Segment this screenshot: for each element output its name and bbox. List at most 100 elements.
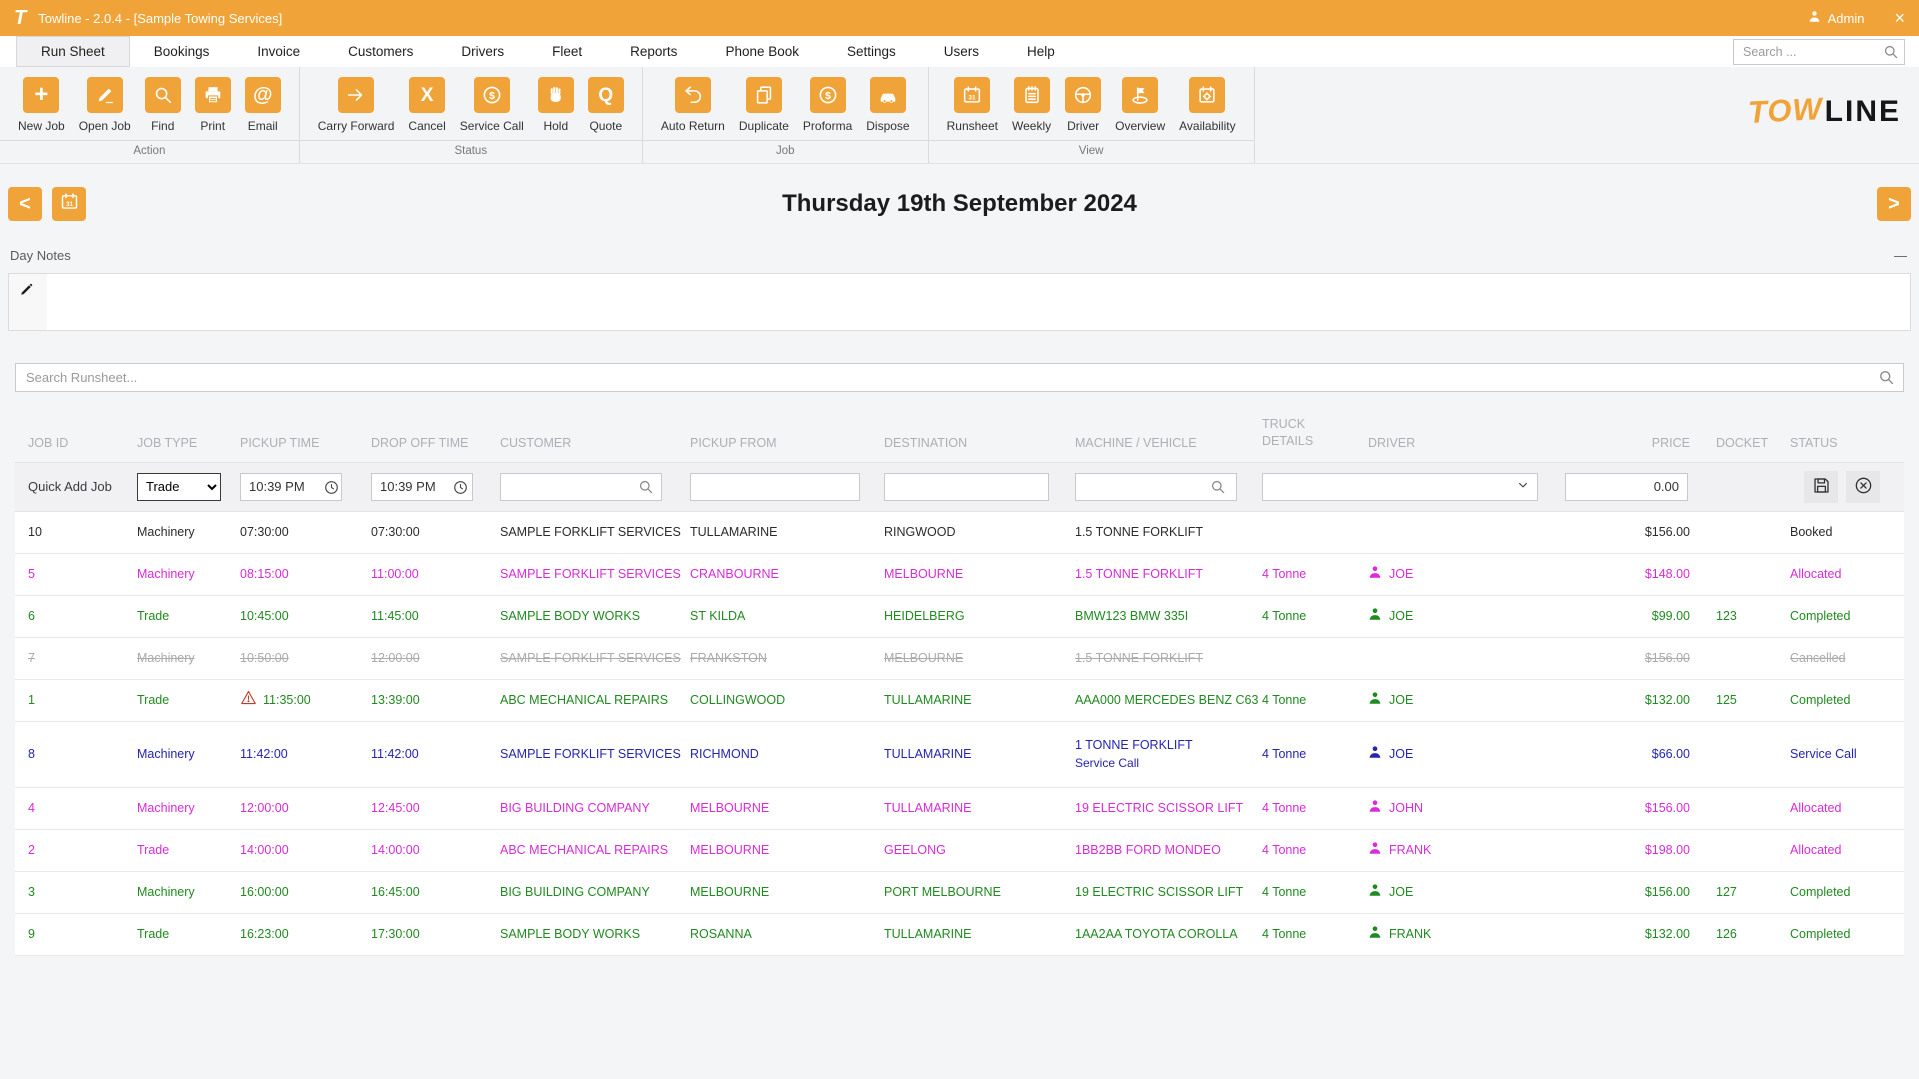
search-icon[interactable] [1878,369,1895,391]
cell-status: Cancelled [1772,649,1904,667]
cancel-button[interactable]: XCancel [402,77,451,133]
cell-job_id: 9 [15,925,137,943]
tab-bookings[interactable]: Bookings [130,36,234,67]
cell-price: $132.00 [1565,691,1700,709]
tab-drivers[interactable]: Drivers [437,36,528,67]
search-icon[interactable] [1210,479,1226,498]
find-button[interactable]: Find [139,77,187,133]
cell-dropoff_time: 12:45:00 [371,799,500,817]
tab-users[interactable]: Users [920,36,1003,67]
toolbar-group-label: Action [0,140,299,163]
calendar-icon: 31 [59,191,80,218]
service-call-button[interactable]: $Service Call [454,77,530,133]
job-row-5[interactable]: 5Machinery08:15:0011:00:00SAMPLE FORKLIF… [15,554,1904,596]
driver-button[interactable]: Driver [1059,77,1107,133]
driver-icon [1368,883,1382,902]
open-job-icon [87,77,123,113]
cell-dropoff_time: 11:45:00 [371,607,500,625]
search-icon[interactable] [638,479,654,498]
job-row-2[interactable]: 2Trade14:00:0014:00:00ABC MECHANICAL REP… [15,830,1904,872]
dispose-button[interactable]: Dispose [860,77,915,133]
driver-name: FRANK [1389,841,1431,859]
cell-pickup_time: 16:23:00 [240,925,371,943]
job-row-9[interactable]: 9Trade16:23:0017:30:00SAMPLE BODY WORKSR… [15,914,1904,956]
tab-help[interactable]: Help [1003,36,1079,67]
quick-add-destination-input[interactable] [884,473,1049,501]
job-row-4[interactable]: 4Machinery12:00:0012:45:00BIG BUILDING C… [15,788,1904,830]
cell-destination: TULLAMARINE [884,799,1075,817]
close-icon[interactable]: × [1894,9,1905,27]
search-icon[interactable] [1883,44,1899,65]
tab-phone-book[interactable]: Phone Book [701,36,823,67]
driver-icon [1368,841,1382,860]
machine-name: 1BB2BB FORD MONDEO [1075,841,1262,859]
cell-status: Completed [1772,691,1904,709]
open-job-button[interactable]: Open Job [73,77,137,133]
duplicate-button[interactable]: Duplicate [733,77,795,133]
job-row-1[interactable]: 1Trade11:35:0013:39:00ABC MECHANICAL REP… [15,680,1904,722]
cell-machine: 1AA2AA TOYOTA COROLLA [1075,925,1262,943]
previous-day-button[interactable]: < [8,187,42,221]
column-header-price: PRICE [1565,436,1700,450]
tab-run-sheet[interactable]: Run Sheet [16,36,130,67]
day-notes-box[interactable] [8,273,1911,331]
quick-add-driver-select[interactable] [1262,473,1538,501]
quick-add-save-button[interactable] [1804,471,1838,503]
quick-add-job-type-select[interactable]: Trade [137,473,221,501]
cell-pickup_from: COLLINGWOOD [690,691,884,709]
job-row-7[interactable]: 7Machinery10:50:0012:00:00SAMPLE FORKLIF… [15,638,1904,680]
cell-price: $156.00 [1565,649,1700,667]
email-icon: @ [245,77,281,113]
quick-add-pickup-from-input[interactable] [690,473,860,501]
tab-settings[interactable]: Settings [823,36,920,67]
new-job-button[interactable]: +New Job [12,77,71,133]
tab-customers[interactable]: Customers [324,36,437,67]
global-search-input[interactable] [1733,39,1905,65]
runsheet-button[interactable]: 31Runsheet [941,77,1004,133]
column-header-customer: CUSTOMER [500,436,690,450]
job-row-8[interactable]: 8Machinery11:42:0011:42:00SAMPLE FORKLIF… [15,722,1904,788]
column-header-job_type: JOB TYPE [137,436,240,450]
cell-pickup_time: 12:00:00 [240,799,371,817]
quick-add-cancel-button[interactable] [1846,471,1880,503]
column-header-docket: DOCKET [1700,436,1772,450]
new-job-icon: + [23,77,59,113]
email-button[interactable]: @Email [239,77,287,133]
cell-truck: 4 Tonne [1262,925,1368,943]
hold-button[interactable]: Hold [532,77,580,133]
runsheet-search-input[interactable] [15,363,1904,392]
tab-invoice[interactable]: Invoice [233,36,324,67]
window-title: Towline - 2.0.4 - [Sample Towing Service… [38,11,282,26]
cell-destination: GEELONG [884,841,1075,859]
day-notes-text[interactable] [47,274,1910,330]
calendar-button[interactable]: 31 [52,187,86,221]
job-row-10[interactable]: 10Machinery07:30:0007:30:00SAMPLE FORKLI… [15,512,1904,554]
user-menu[interactable]: Admin [1808,10,1865,26]
availability-button[interactable]: Availability [1173,77,1241,133]
close-circle-icon [1854,476,1873,498]
tab-reports[interactable]: Reports [606,36,701,67]
job-row-3[interactable]: 3Machinery16:00:0016:45:00BIG BUILDING C… [15,872,1904,914]
cell-pickup_time: 08:15:00 [240,565,371,583]
auto-return-button[interactable]: Auto Return [655,77,731,133]
availability-icon [1189,77,1225,113]
proforma-button[interactable]: $Proforma [797,77,858,133]
job-row-6[interactable]: 6Trade10:45:0011:45:00SAMPLE BODY WORKSS… [15,596,1904,638]
cell-destination: TULLAMARINE [884,925,1075,943]
print-button[interactable]: Print [189,77,237,133]
collapse-day-notes-button[interactable]: — [1894,248,1907,263]
carry-forward-button[interactable]: Carry Forward [312,77,401,133]
quick-add-price-input[interactable] [1565,473,1688,501]
dispose-icon [870,77,906,113]
tab-fleet[interactable]: Fleet [528,36,606,67]
weekly-button[interactable]: Weekly [1006,77,1057,133]
quote-button[interactable]: QQuote [582,77,630,133]
quick-add-row: Quick Add Job Trade [15,462,1904,512]
next-day-button[interactable]: > [1877,187,1911,221]
overview-button[interactable]: Overview [1109,77,1171,133]
carry-forward-icon [338,77,374,113]
toolbar-group-label: Job [643,140,928,163]
cell-job_id: 3 [15,883,137,901]
cell-status: Allocated [1772,841,1904,859]
cell-job_type: Machinery [137,883,240,901]
